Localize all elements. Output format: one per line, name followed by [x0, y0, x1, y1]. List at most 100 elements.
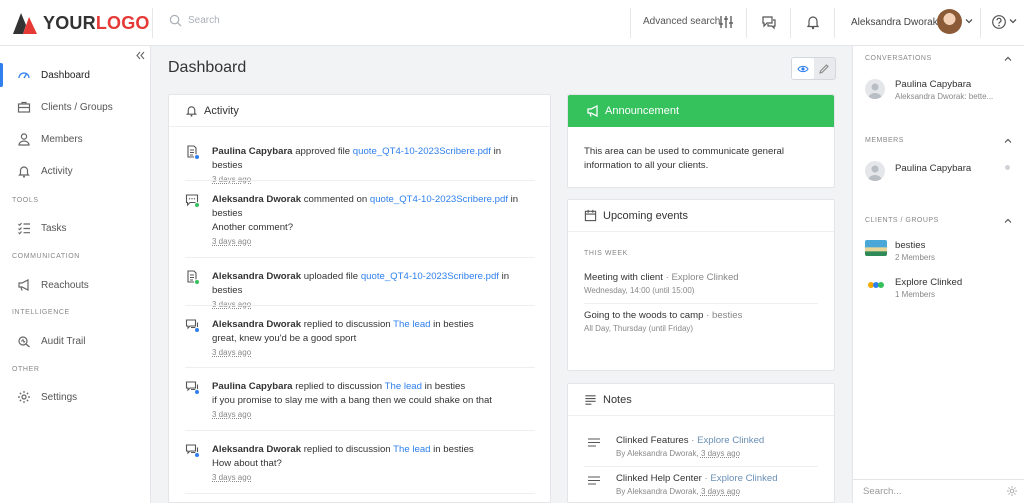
- divider: [790, 8, 791, 38]
- chevron-up-icon[interactable]: [1003, 216, 1013, 226]
- user-placeholder-icon: [868, 165, 882, 181]
- user-icon: [18, 133, 30, 146]
- sidebar-item-clients-groups[interactable]: Clients / Groups: [0, 93, 150, 121]
- divider: [630, 8, 631, 38]
- activity-target-link[interactable]: The lead: [393, 319, 430, 330]
- activity-target-link[interactable]: quote_QT4-10-2023Scribere.pdf: [361, 271, 499, 282]
- divider: [980, 8, 981, 38]
- sidebar-item-label: Settings: [41, 391, 78, 403]
- advanced-search-link[interactable]: Advanced search: [643, 16, 720, 27]
- divider: [185, 367, 535, 368]
- panel-search-input[interactable]: Search...: [853, 479, 1024, 503]
- avatar: [865, 161, 885, 181]
- note-lines-icon: [588, 438, 600, 447]
- activity-target-link[interactable]: The lead: [385, 381, 422, 392]
- avatar: [865, 79, 885, 99]
- card-header: Upcoming events: [568, 200, 834, 232]
- chevron-up-icon[interactable]: [1003, 136, 1013, 146]
- notes-icon: [585, 395, 596, 405]
- activity-actor[interactable]: Paulina Capybara: [212, 381, 293, 392]
- sidebar-item-label: Reachouts: [41, 279, 89, 291]
- panel-search-placeholder: Search...: [863, 486, 902, 497]
- divider: [185, 257, 535, 258]
- sidebar-item-members[interactable]: Members: [0, 125, 150, 153]
- view-mode-button[interactable]: [792, 58, 814, 79]
- event-group: Explore Clinked: [671, 272, 739, 283]
- activity-target-link[interactable]: quote_QT4-10-2023Scribere.pdf: [353, 146, 491, 157]
- activity-actor[interactable]: Aleksandra Dworak: [212, 444, 301, 455]
- note-time: 3 days ago: [700, 487, 741, 496]
- activity-suffix: in besties: [433, 319, 474, 330]
- note-name: Clinked Help Center: [616, 473, 702, 484]
- section-label-other: OTHER: [12, 366, 40, 373]
- bell-icon: [185, 106, 198, 117]
- edit-mode-button[interactable]: [814, 58, 836, 79]
- activity-body: if you promise to slay me with a bang th…: [212, 395, 492, 406]
- event-item[interactable]: Meeting with client · Explore Clinked We…: [584, 272, 824, 295]
- status-dot: [194, 327, 200, 333]
- activity-actor[interactable]: Aleksandra Dworak: [212, 319, 301, 330]
- chat-icon[interactable]: [761, 14, 777, 30]
- conversation-item[interactable]: Paulina Capybara Aleksandra Dworak: bett…: [863, 75, 1013, 109]
- search-icon: [169, 14, 182, 27]
- gear-icon: [18, 391, 30, 403]
- sidebar-item-label: Tasks: [41, 222, 67, 234]
- notes-card: Notes Clinked Features · Explore Clinked…: [567, 383, 835, 503]
- activity-verb: uploaded file: [303, 271, 359, 282]
- sidebar-item-dashboard[interactable]: Dashboard: [0, 61, 150, 89]
- card-header: Announcement: [568, 95, 834, 127]
- divider: [746, 8, 747, 38]
- activity-body: great, knew you'd be a good sport: [212, 333, 357, 344]
- collapse-sidebar-icon[interactable]: [135, 50, 146, 61]
- view-toggle: [791, 57, 836, 80]
- activity-verb: commented on: [303, 194, 368, 205]
- sidebar-item-tasks[interactable]: Tasks: [0, 214, 150, 242]
- section-label-communication: COMMUNICATION: [12, 253, 80, 260]
- avatar[interactable]: [937, 9, 962, 34]
- event-name: Meeting with client: [584, 272, 663, 283]
- announcement-text: This area can be used to communicate gen…: [584, 146, 784, 171]
- card-title: Notes: [603, 393, 632, 406]
- sidebar-item-activity[interactable]: Activity: [0, 157, 150, 185]
- event-item[interactable]: Going to the woods to camp · besties All…: [584, 310, 824, 333]
- group-logo: [865, 277, 887, 293]
- sliders-icon[interactable]: [718, 14, 734, 30]
- user-placeholder-icon: [868, 83, 882, 99]
- divider: [584, 303, 818, 304]
- activity-actor[interactable]: Paulina Capybara: [212, 146, 293, 157]
- explore-clinked-logo-icon: [868, 282, 884, 288]
- divider: [152, 8, 153, 38]
- help-icon[interactable]: [991, 14, 1007, 30]
- member-item[interactable]: Paulina Capybara: [863, 157, 1013, 191]
- chevron-down-icon[interactable]: [964, 16, 974, 26]
- section-label-intelligence: INTELLIGENCE: [12, 309, 70, 316]
- bell-icon[interactable]: [805, 14, 821, 30]
- sidebar-item-settings[interactable]: Settings: [0, 383, 150, 411]
- global-search[interactable]: Search: [169, 14, 220, 27]
- chevron-down-icon[interactable]: [1008, 16, 1018, 26]
- event-time: All Day, Thursday (until Friday): [584, 324, 694, 333]
- activity-target-link[interactable]: quote_QT4-10-2023Scribere.pdf: [370, 194, 508, 205]
- sidebar-item-reachouts[interactable]: Reachouts: [0, 271, 150, 299]
- activity-time: 3 days ago: [212, 410, 252, 419]
- activity-body: How about that?: [212, 458, 282, 469]
- megaphone-icon: [18, 279, 29, 291]
- activity-target-link[interactable]: The lead: [393, 444, 430, 455]
- activity-actor[interactable]: Aleksandra Dworak: [212, 271, 301, 282]
- group-item[interactable]: besties 2 Members: [863, 236, 1013, 270]
- sidebar-item-audit-trail[interactable]: Audit Trail: [0, 327, 150, 355]
- status-dot: [194, 202, 200, 208]
- gear-icon[interactable]: [1006, 485, 1018, 497]
- presence-dot: [1005, 165, 1010, 170]
- activity-actor[interactable]: Aleksandra Dworak: [212, 194, 301, 205]
- member-name: Paulina Capybara: [895, 163, 972, 174]
- user-name[interactable]: Aleksandra Dworak: [851, 17, 938, 28]
- status-dot: [194, 154, 200, 160]
- audit-icon: [18, 336, 30, 348]
- sidebar: Dashboard Clients / Groups Members Activ…: [0, 46, 151, 503]
- chevron-up-icon[interactable]: [1003, 54, 1013, 64]
- logo[interactable]: YOURLOGO: [12, 11, 150, 35]
- group-item[interactable]: Explore Clinked 1 Members: [863, 273, 1013, 307]
- card-header: Notes: [568, 384, 834, 416]
- announcement-card: Announcement This area can be used to co…: [567, 94, 835, 188]
